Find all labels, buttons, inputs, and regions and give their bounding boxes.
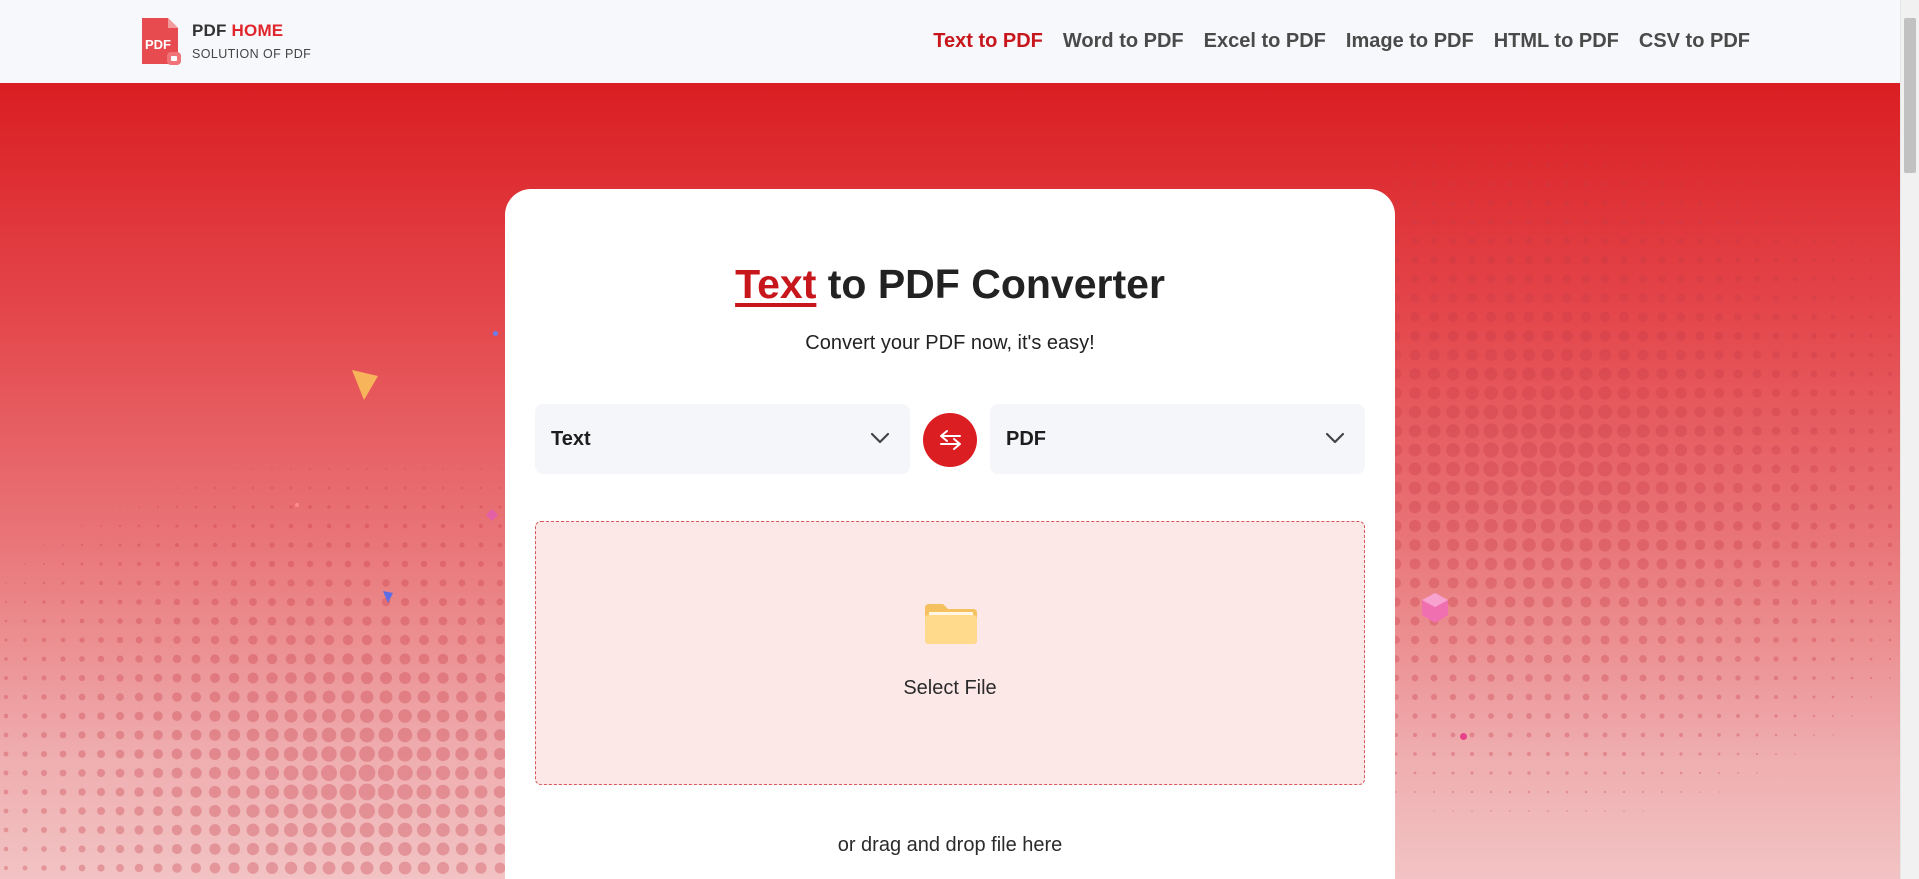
pdf-file-icon: PDF xyxy=(140,16,182,66)
site-header: PDF PDF HOME SOLUTION OF PDF Text to PDF… xyxy=(0,0,1900,83)
confetti-dot xyxy=(493,331,498,336)
to-format-value: PDF xyxy=(1006,427,1046,450)
chevron-down-icon xyxy=(870,432,890,444)
file-dropzone[interactable]: Select File xyxy=(535,521,1365,785)
page-subtitle: Convert your PDF now, it's easy! xyxy=(805,332,1095,354)
confetti-decoration xyxy=(383,591,393,603)
main-nav: Text to PDF Word to PDF Excel to PDF Ima… xyxy=(913,0,1750,83)
confetti-decoration xyxy=(486,509,498,521)
confetti-dot xyxy=(1460,733,1467,740)
nav-text-to-pdf[interactable]: Text to PDF xyxy=(933,30,1043,53)
to-format-select[interactable]: PDF xyxy=(990,404,1365,474)
from-format-value: Text xyxy=(551,427,591,450)
scrollbar-thumb[interactable] xyxy=(1904,18,1916,173)
halftone-right xyxy=(1390,107,1893,812)
logo-tagline: SOLUTION OF PDF xyxy=(192,47,312,61)
nav-html-to-pdf[interactable]: HTML to PDF xyxy=(1494,30,1619,53)
swap-arrows-icon xyxy=(940,430,961,450)
nav-word-to-pdf[interactable]: Word to PDF xyxy=(1063,30,1184,53)
chevron-down-icon xyxy=(1325,432,1345,444)
confetti-decoration xyxy=(352,370,378,400)
from-format-select[interactable]: Text xyxy=(535,404,910,474)
nav-csv-to-pdf[interactable]: CSV to PDF xyxy=(1639,30,1750,53)
converter-card: Text to PDF Converter Convert your PDF n… xyxy=(505,189,1395,879)
confetti-dot xyxy=(295,503,299,507)
gem-decoration xyxy=(1422,593,1448,623)
nav-excel-to-pdf[interactable]: Excel to PDF xyxy=(1204,30,1326,53)
svg-text:PDF: PDF xyxy=(145,37,171,52)
select-file-label[interactable]: Select File xyxy=(536,677,1364,700)
drag-drop-hint: or drag and drop file here xyxy=(837,834,1063,856)
logo-brand: PDF HOME xyxy=(192,21,284,40)
logo[interactable]: PDF PDF HOME SOLUTION OF PDF xyxy=(140,15,311,67)
halftone-left xyxy=(3,468,507,875)
folder-icon xyxy=(925,604,977,644)
scrollbar[interactable] xyxy=(1900,0,1919,879)
swap-button[interactable] xyxy=(923,413,977,467)
page-title: Text to PDF Converter xyxy=(735,261,1165,307)
nav-image-to-pdf[interactable]: Image to PDF xyxy=(1346,30,1474,53)
